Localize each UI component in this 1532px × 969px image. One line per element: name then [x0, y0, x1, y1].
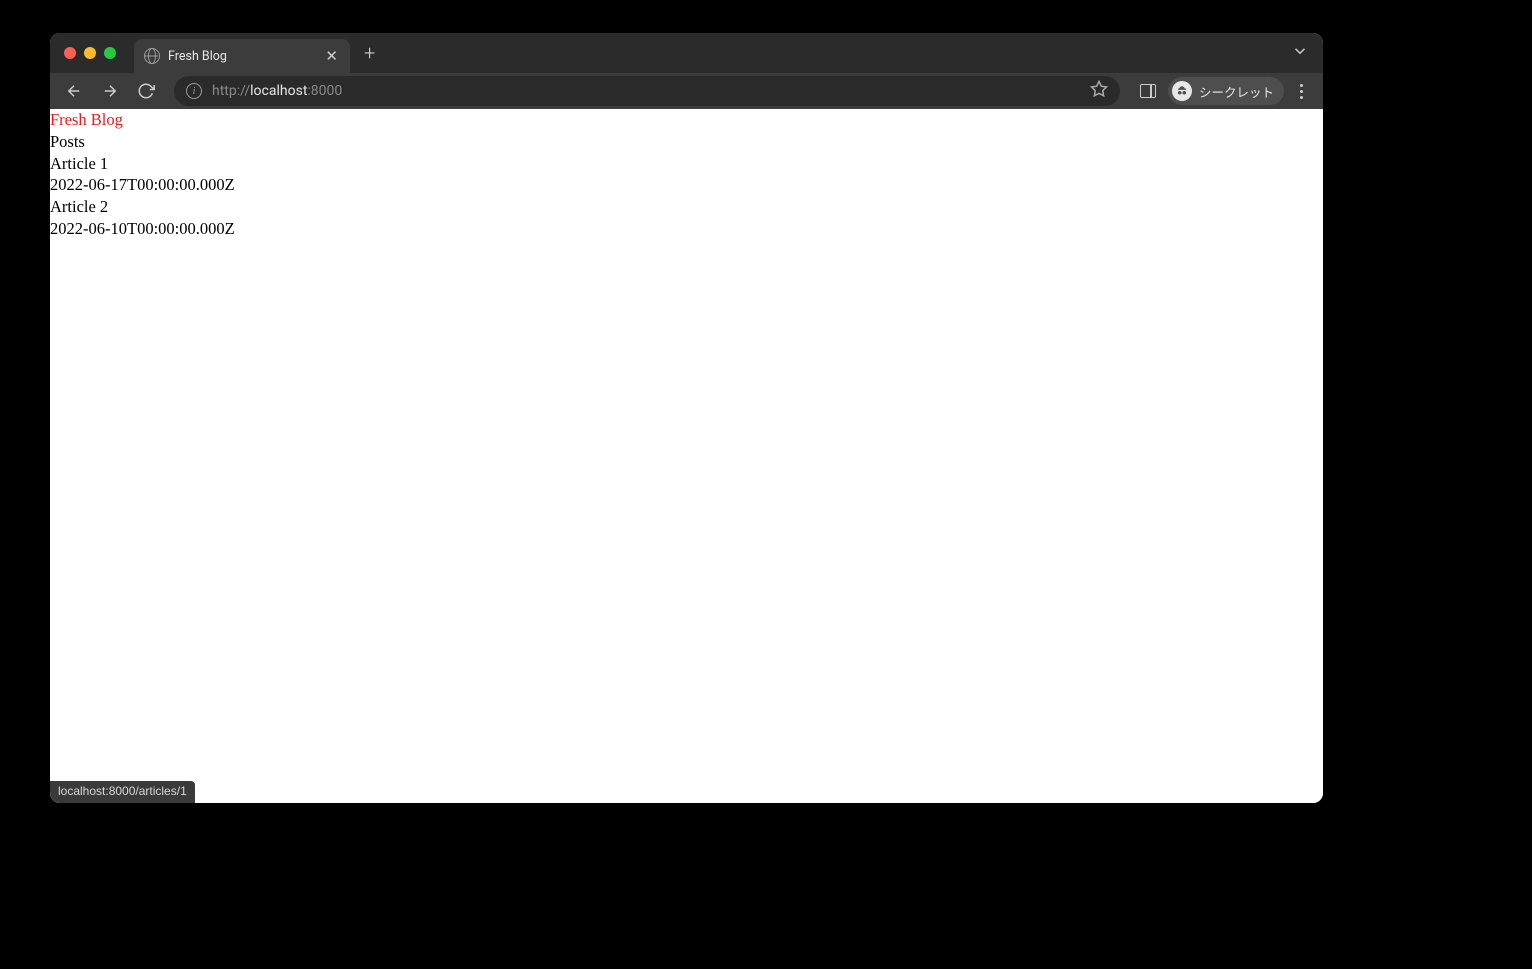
- incognito-badge[interactable]: シークレット: [1168, 77, 1284, 105]
- maximize-window-button[interactable]: [104, 47, 116, 59]
- back-button[interactable]: [60, 77, 88, 105]
- minimize-window-button[interactable]: [84, 47, 96, 59]
- window-controls: [64, 47, 116, 59]
- article-title-link[interactable]: Article 2: [50, 196, 1323, 218]
- globe-icon: [144, 48, 160, 64]
- bookmark-star-icon[interactable]: [1090, 80, 1108, 102]
- page-content: Fresh Blog Posts Article 1 2022-06-17T00…: [50, 109, 1323, 240]
- new-tab-button[interactable]: +: [364, 43, 375, 63]
- page-viewport: Fresh Blog Posts Article 1 2022-06-17T00…: [50, 109, 1323, 803]
- article-date: 2022-06-17T00:00:00.000Z: [50, 174, 1323, 196]
- browser-tab[interactable]: Fresh Blog ✕: [134, 39, 350, 73]
- status-bar: localhost:8000/articles/1: [50, 781, 195, 803]
- close-window-button[interactable]: [64, 47, 76, 59]
- toolbar-right: シークレット: [1134, 77, 1313, 105]
- article-date: 2022-06-10T00:00:00.000Z: [50, 218, 1323, 240]
- reload-button[interactable]: [132, 77, 160, 105]
- toolbar: i http://localhost:8000 シークレット: [50, 73, 1323, 109]
- tabs-dropdown-button[interactable]: [1291, 42, 1309, 64]
- browser-menu-button[interactable]: [1296, 84, 1307, 99]
- close-tab-button[interactable]: ✕: [323, 49, 340, 64]
- posts-heading: Posts: [50, 131, 1323, 153]
- blog-title-link[interactable]: Fresh Blog: [50, 109, 1323, 131]
- browser-window: Fresh Blog ✕ + i http://localhost:8000: [50, 33, 1323, 803]
- address-bar[interactable]: i http://localhost:8000: [174, 76, 1120, 106]
- url-text: http://localhost:8000: [212, 83, 1080, 99]
- list-item: Article 2 2022-06-10T00:00:00.000Z: [50, 196, 1323, 240]
- article-list: Article 1 2022-06-17T00:00:00.000Z Artic…: [50, 153, 1323, 240]
- tab-title: Fresh Blog: [168, 49, 323, 64]
- side-panel-icon[interactable]: [1140, 84, 1156, 98]
- site-info-icon[interactable]: i: [186, 83, 202, 99]
- title-bar: Fresh Blog ✕ +: [50, 33, 1323, 73]
- forward-button[interactable]: [96, 77, 124, 105]
- article-title-link[interactable]: Article 1: [50, 153, 1323, 175]
- incognito-label: シークレット: [1199, 82, 1274, 101]
- list-item: Article 1 2022-06-17T00:00:00.000Z: [50, 153, 1323, 197]
- incognito-icon: [1172, 81, 1192, 101]
